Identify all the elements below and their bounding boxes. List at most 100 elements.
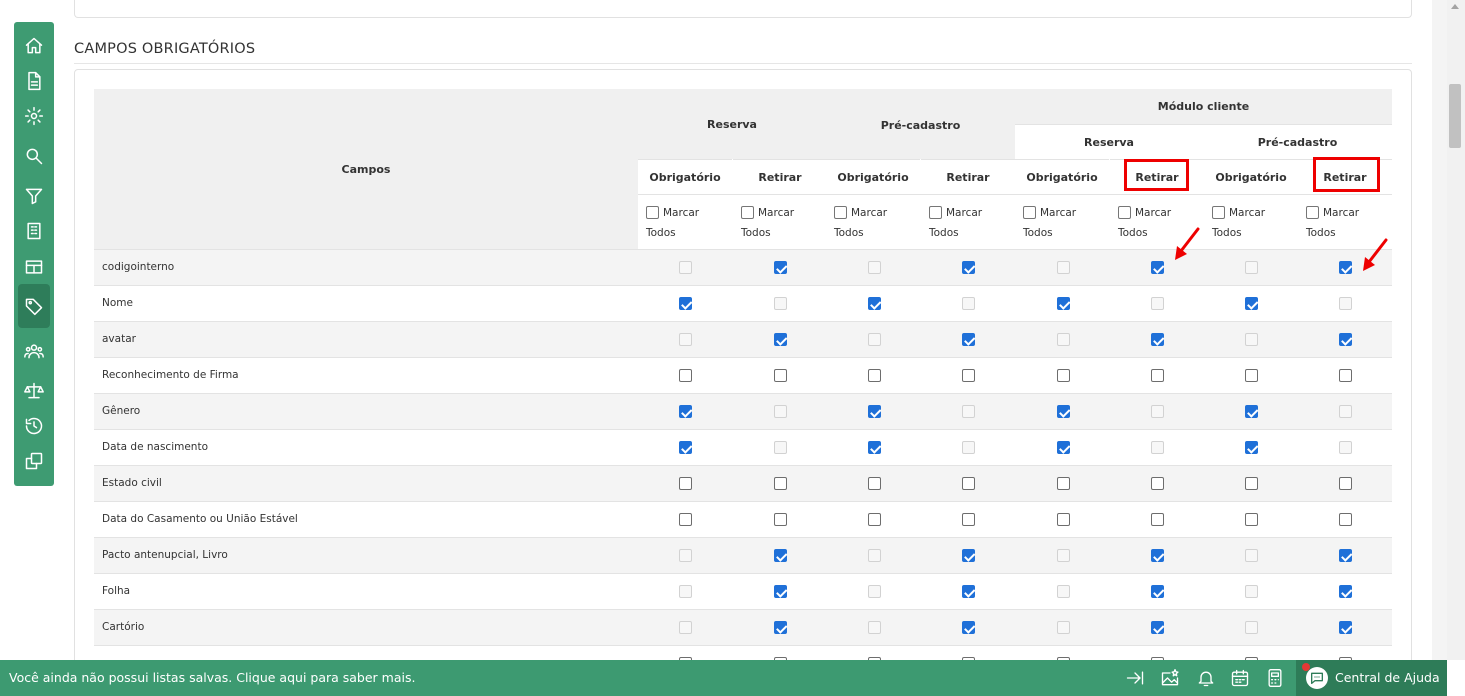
tag-icon[interactable] [18, 284, 50, 328]
checkbox-retirar[interactable] [962, 621, 975, 634]
checkbox-obrigatorio[interactable] [1057, 441, 1070, 454]
checkbox-retirar[interactable] [774, 585, 787, 598]
mark-all-checkbox[interactable] [1306, 206, 1319, 219]
checkbox-retirar[interactable] [774, 261, 787, 274]
checkbox-obrigatorio[interactable] [868, 441, 881, 454]
checkbox-obrigatorio[interactable] [679, 441, 692, 454]
checkbox-obrigatorio[interactable] [1245, 405, 1258, 418]
checkbox-retirar[interactable] [1339, 513, 1352, 526]
collapse-arrow-icon[interactable] [1125, 668, 1145, 688]
checkbox-retirar[interactable] [1151, 621, 1164, 634]
mark-all-checkbox[interactable] [741, 206, 754, 219]
checkbox-retirar[interactable] [1151, 333, 1164, 346]
checkbox-obrigatorio[interactable] [679, 513, 692, 526]
checkbox-obrigatorio[interactable] [679, 405, 692, 418]
users-icon[interactable] [18, 335, 50, 367]
checkbox-retirar[interactable] [1339, 261, 1352, 274]
checkbox-retirar[interactable] [1151, 513, 1164, 526]
checkbox-retirar[interactable] [1339, 621, 1352, 634]
scale-icon[interactable] [18, 375, 50, 407]
checkbox-retirar[interactable] [774, 333, 787, 346]
checkbox-obrigatorio[interactable] [679, 477, 692, 490]
building-icon[interactable] [18, 215, 50, 247]
history-icon[interactable] [18, 410, 50, 442]
mark-all-toggle[interactable]: Marcar Todos [1023, 203, 1103, 243]
checkbox-retirar[interactable] [962, 585, 975, 598]
checkbox-retirar[interactable] [962, 513, 975, 526]
gear-icon[interactable] [18, 100, 50, 132]
scrollbar-thumb[interactable] [1449, 84, 1461, 148]
mark-all-checkbox[interactable] [1212, 206, 1225, 219]
checkbox-retirar[interactable] [774, 369, 787, 382]
checkbox-retirar[interactable] [962, 477, 975, 490]
checkbox-obrigatorio[interactable] [1245, 441, 1258, 454]
field-label: Nome [102, 297, 133, 309]
checkbox-obrigatorio[interactable] [1245, 297, 1258, 310]
checkbox-obrigatorio[interactable] [1245, 513, 1258, 526]
checkbox-retirar[interactable] [962, 369, 975, 382]
chat-bubble-icon[interactable] [1306, 667, 1328, 689]
checkbox-obrigatorio[interactable] [868, 369, 881, 382]
calculator-icon[interactable] [1265, 668, 1285, 688]
search-icon[interactable] [18, 140, 50, 172]
checkbox-retirar[interactable] [1151, 477, 1164, 490]
document-icon[interactable] [18, 65, 50, 97]
checkbox-obrigatorio[interactable] [868, 405, 881, 418]
checkbox-retirar[interactable] [1151, 261, 1164, 274]
checkbox-obrigatorio[interactable] [1245, 369, 1258, 382]
checkbox-retirar[interactable] [1151, 585, 1164, 598]
checkbox-retirar[interactable] [774, 477, 787, 490]
checkbox-obrigatorio[interactable] [868, 513, 881, 526]
bell-icon[interactable] [1196, 668, 1216, 688]
checkbox-retirar[interactable] [1339, 585, 1352, 598]
vertical-scrollbar[interactable] [1447, 0, 1465, 660]
mark-all-toggle[interactable]: Marcar Todos [646, 203, 726, 243]
checkbox-retirar[interactable] [962, 333, 975, 346]
checkbox-retirar[interactable] [962, 261, 975, 274]
scroll-up-icon[interactable] [1451, 4, 1459, 9]
column-header-obrigatorio: Obrigatório [1015, 159, 1109, 195]
checkbox-obrigatorio[interactable] [1057, 477, 1070, 490]
table-icon[interactable] [18, 251, 50, 283]
checkbox-obrigatorio[interactable] [1057, 369, 1070, 382]
copy-icon[interactable] [18, 445, 50, 477]
checkbox-retirar[interactable] [1339, 549, 1352, 562]
mark-all-toggle[interactable]: Marcar Todos [1212, 203, 1292, 243]
mark-all-checkbox[interactable] [646, 206, 659, 219]
filter-icon[interactable] [18, 180, 50, 212]
home-icon[interactable] [18, 30, 50, 62]
checkbox-obrigatorio[interactable] [1057, 297, 1070, 310]
checkbox-retirar [774, 441, 787, 454]
checkbox-retirar[interactable] [774, 513, 787, 526]
checkbox-retirar[interactable] [774, 549, 787, 562]
mark-all-checkbox[interactable] [834, 206, 847, 219]
checkbox-retirar[interactable] [774, 621, 787, 634]
checkbox-obrigatorio[interactable] [868, 477, 881, 490]
calendar-icon[interactable] [1230, 668, 1250, 688]
checkbox-obrigatorio[interactable] [1057, 513, 1070, 526]
mark-all-checkbox[interactable] [1023, 206, 1036, 219]
mark-all-checkbox[interactable] [1118, 206, 1131, 219]
checkbox-obrigatorio [679, 621, 692, 634]
checkbox-retirar[interactable] [1339, 333, 1352, 346]
mark-all-toggle[interactable]: Marcar Todos [1306, 203, 1386, 243]
checkbox-retirar[interactable] [962, 549, 975, 562]
checkbox-retirar[interactable] [1151, 549, 1164, 562]
checkbox-obrigatorio[interactable] [679, 297, 692, 310]
mark-all-toggle[interactable]: Marcar Todos [929, 203, 1009, 243]
checkbox-obrigatorio[interactable] [1245, 477, 1258, 490]
mark-all-toggle[interactable]: Marcar Todos [834, 203, 914, 243]
checkbox-obrigatorio[interactable] [1057, 405, 1070, 418]
checkbox-retirar[interactable] [1339, 369, 1352, 382]
checkbox-obrigatorio[interactable] [679, 369, 692, 382]
mark-all-toggle[interactable]: Marcar Todos [741, 203, 821, 243]
checkbox-retirar[interactable] [1339, 477, 1352, 490]
image-star-icon[interactable] [1160, 668, 1180, 688]
checkbox-obrigatorio [868, 621, 881, 634]
mark-all-checkbox[interactable] [929, 206, 942, 219]
help-center-label[interactable]: Central de Ajuda [1335, 660, 1440, 695]
saved-lists-message[interactable]: Você ainda não possui listas salvas. Cli… [9, 660, 415, 695]
field-label: Pacto antenupcial, Livro [102, 549, 228, 561]
checkbox-obrigatorio[interactable] [868, 297, 881, 310]
checkbox-retirar[interactable] [1151, 369, 1164, 382]
